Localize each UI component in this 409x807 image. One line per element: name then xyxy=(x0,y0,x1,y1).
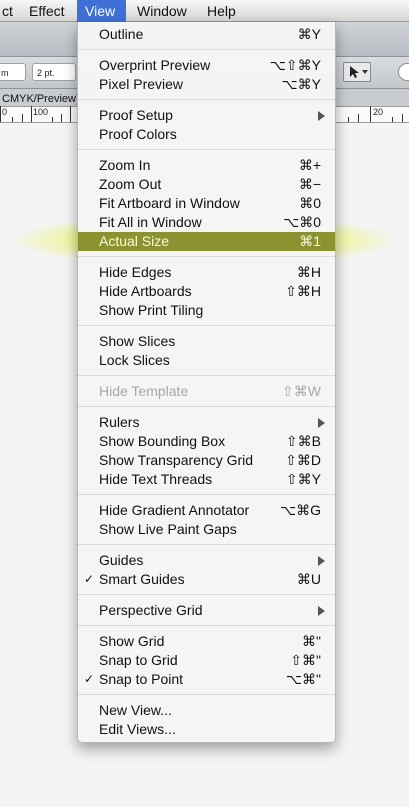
stroke-units-field[interactable]: m xyxy=(0,63,26,81)
menu-item-actual-size[interactable]: Actual Size ⌘1 xyxy=(78,232,335,251)
menu-view[interactable]: View xyxy=(77,0,126,22)
shortcut: ⌥⌘Y xyxy=(281,76,321,92)
menu-effect[interactable]: Effect xyxy=(21,0,73,22)
menu-separator xyxy=(78,401,335,413)
menu-item-hide-template: Hide Template ⇧⌘W xyxy=(99,383,321,399)
menu-item-pixel-preview[interactable]: Pixel Preview ⌥⌘Y xyxy=(78,75,335,94)
ruler-label: 0 xyxy=(2,107,8,117)
menu-separator xyxy=(78,489,335,501)
menu-separator xyxy=(78,320,335,332)
shortcut: ⌘0 xyxy=(299,195,321,211)
view-menu-dropdown: Outline ⌘Y Overprint Preview ⌥⇧⌘Y Pixel Pr… xyxy=(77,22,336,743)
menu-item-hide-gradient-annotator[interactable]: Hide Gradient Annotator ⌥⌘G xyxy=(78,501,335,520)
menu-item-edit-views[interactable]: Edit Views... xyxy=(78,720,335,739)
menu-item-overprint-preview[interactable]: Overprint Preview ⌥⇧⌘Y xyxy=(78,56,335,75)
submenu-arrow-icon xyxy=(318,111,325,121)
shortcut: ⌘" xyxy=(302,633,321,649)
menu-item-snap-to-point[interactable]: ✓ Snap to Point ⌥⌘" xyxy=(78,670,335,689)
menu-separator xyxy=(78,689,335,701)
shortcut: ⇧⌘Y xyxy=(285,471,321,487)
menu-item-outline[interactable]: Outline ⌘Y xyxy=(78,25,335,44)
menu-item-smart-guides[interactable]: ✓ Smart Guides ⌘U xyxy=(78,570,335,589)
menu-item-guides[interactable]: Guides xyxy=(78,551,335,570)
menu-separator xyxy=(78,370,335,382)
shortcut: ⌥⌘G xyxy=(279,502,321,518)
menu-separator xyxy=(78,251,335,263)
shortcut: ⌘H xyxy=(296,264,321,280)
menu-separator xyxy=(78,94,335,106)
shortcut: ⌥⌘0 xyxy=(283,214,321,230)
menu-bar: ct Effect View Window Help xyxy=(0,0,409,22)
menu-separator xyxy=(78,144,335,156)
menu-item-proof-colors[interactable]: Proof Colors xyxy=(78,125,335,144)
shortcut: ⇧⌘B xyxy=(285,433,321,449)
shortcut: ⇧⌘W xyxy=(282,383,321,399)
menu-item-new-view[interactable]: New View... xyxy=(78,701,335,720)
shortcut: ⇧⌘D xyxy=(285,452,321,468)
menu-help[interactable]: Help xyxy=(199,0,244,22)
menu-item-hide-text-threads[interactable]: Hide Text Threads ⇧⌘Y xyxy=(78,470,335,489)
menu-item-show-bounding-box[interactable]: Show Bounding Box ⇧⌘B xyxy=(78,432,335,451)
submenu-arrow-icon xyxy=(318,418,325,428)
menu-item-show-print-tiling[interactable]: Show Print Tiling xyxy=(78,301,335,320)
ruler-label: 100 xyxy=(33,107,49,117)
menu-item-fit-artboard[interactable]: Fit Artboard in Window ⌘0 xyxy=(78,194,335,213)
menu-select[interactable]: ct xyxy=(0,0,21,22)
menu-item-show-live-paint-gaps[interactable]: Show Live Paint Gaps xyxy=(78,520,335,539)
menu-item-zoom-in[interactable]: Zoom In ⌘+ xyxy=(78,156,335,175)
checkmark-icon: ✓ xyxy=(84,572,95,586)
shortcut: ⌘+ xyxy=(298,157,321,173)
menu-item-lock-slices[interactable]: Lock Slices xyxy=(78,351,335,370)
document-tab-label: CMYK/Preview) xyxy=(2,93,80,105)
selection-tool-icon[interactable] xyxy=(343,62,371,82)
menu-item-zoom-out[interactable]: Zoom Out ⌘− xyxy=(78,175,335,194)
menu-window[interactable]: Window xyxy=(129,0,195,22)
shortcut: ⇧⌘H xyxy=(285,283,321,299)
menu-item-snap-to-grid[interactable]: Snap to Grid ⇧⌘" xyxy=(78,651,335,670)
shortcut: ⇧⌘" xyxy=(290,652,321,668)
shortcut: ⌘− xyxy=(298,176,321,192)
menu-item-show-grid[interactable]: Show Grid ⌘" xyxy=(78,632,335,651)
shortcut: ⌘Y xyxy=(297,26,321,42)
shortcut: ⌘U xyxy=(296,571,321,587)
menu-separator xyxy=(78,44,335,56)
submenu-arrow-icon xyxy=(318,606,325,616)
shortcut: ⌘1 xyxy=(299,233,321,249)
shortcut: ⌥⇧⌘Y xyxy=(269,57,321,73)
menu-item-proof-setup[interactable]: Proof Setup xyxy=(78,106,335,125)
menu-separator xyxy=(78,589,335,601)
menu-separator xyxy=(78,539,335,551)
menu-item-show-transparency-grid[interactable]: Show Transparency Grid ⇧⌘D xyxy=(78,451,335,470)
menu-item-hide-edges[interactable]: Hide Edges ⌘H xyxy=(78,263,335,282)
ruler-label: 20 xyxy=(373,107,384,117)
checkmark-icon: ✓ xyxy=(84,672,95,686)
stroke-weight-field[interactable]: 2 pt. xyxy=(32,63,76,81)
menu-item-rulers[interactable]: Rulers xyxy=(78,413,335,432)
shortcut: ⌥⌘" xyxy=(285,671,321,687)
menu-item-hide-artboards[interactable]: Hide Artboards ⇧⌘H xyxy=(78,282,335,301)
option-radio[interactable] xyxy=(398,63,409,81)
submenu-arrow-icon xyxy=(318,556,325,566)
menu-separator xyxy=(78,620,335,632)
menu-item-perspective-grid[interactable]: Perspective Grid xyxy=(78,601,335,620)
menu-item-fit-all[interactable]: Fit All in Window ⌥⌘0 xyxy=(78,213,335,232)
menu-item-show-slices[interactable]: Show Slices xyxy=(78,332,335,351)
